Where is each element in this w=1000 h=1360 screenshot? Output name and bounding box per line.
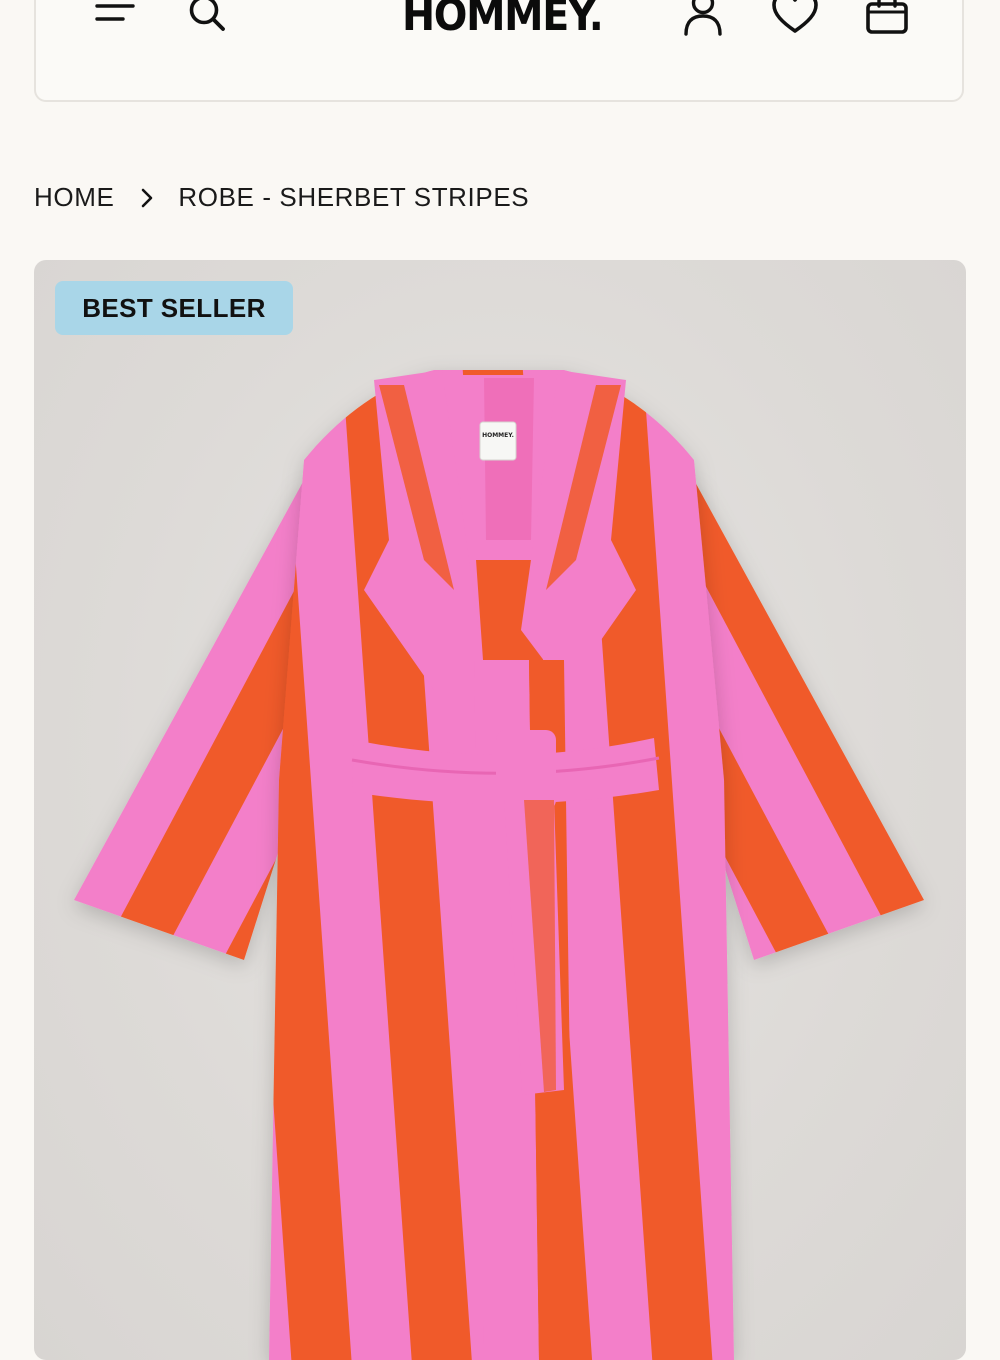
breadcrumb-home-link[interactable]: HOME <box>34 182 114 213</box>
chevron-right-icon <box>140 187 154 209</box>
breadcrumb-current: ROBE - SHERBET STRIPES <box>178 182 530 212</box>
account-button[interactable] <box>678 0 728 36</box>
product-image-robe: HOMMEY. <box>74 370 924 1360</box>
wishlist-button[interactable] <box>770 0 820 36</box>
best-seller-badge: BEST SELLER <box>55 281 293 335</box>
cart-bag-icon <box>866 0 908 34</box>
product-image-gallery[interactable]: HOMMEY. BEST SELLER <box>34 260 966 1360</box>
site-header: HOMMEY. <box>34 0 964 102</box>
brand-logo[interactable]: HOMMEY. <box>402 0 604 44</box>
search-button[interactable] <box>182 0 232 36</box>
account-icon <box>684 0 722 36</box>
search-icon <box>189 0 225 31</box>
wishlist-heart-icon <box>772 0 818 33</box>
cart-button[interactable] <box>862 0 912 36</box>
menu-button[interactable] <box>90 0 140 36</box>
care-label-text: HOMMEY. <box>482 432 514 439</box>
breadcrumb: HOME ROBE - SHERBET STRIPES <box>34 182 529 213</box>
menu-icon <box>95 4 135 21</box>
